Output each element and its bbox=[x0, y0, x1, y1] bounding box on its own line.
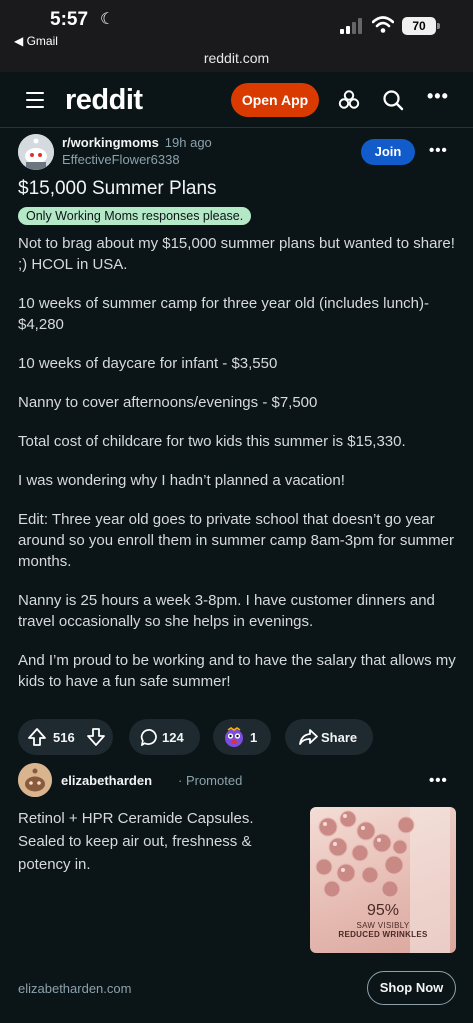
share-icon bbox=[299, 729, 318, 745]
award-button[interactable]: 1 bbox=[213, 719, 271, 755]
post-paragraph: Total cost of childcare for two kids thi… bbox=[18, 433, 406, 450]
share-label: Share bbox=[321, 730, 358, 745]
status-bar: 5:57 ☾ ◀ Gmail 70 bbox=[0, 0, 473, 50]
post-more-icon[interactable]: ••• bbox=[429, 142, 448, 159]
ad-image-percent: 95% bbox=[366, 902, 400, 919]
post-paragraph: Edit: Three year old goes to private sch… bbox=[18, 511, 454, 570]
post-paragraph: 10 weeks of daycare for infant - $3,550 bbox=[18, 355, 278, 372]
focus-moon-icon: ☾ bbox=[100, 11, 115, 28]
post-paragraph: Nanny to cover afternoons/evenings - $7,… bbox=[18, 394, 318, 411]
post-body: Not to brag about my $15,000 summer plan… bbox=[18, 233, 458, 710]
wifi-icon bbox=[372, 16, 394, 33]
award-count: 1 bbox=[250, 730, 258, 745]
shop-now-button[interactable]: Shop Now bbox=[367, 971, 456, 1005]
cell-signal-icon bbox=[340, 18, 362, 34]
post-paragraph: 10 weeks of summer camp for three year o… bbox=[18, 295, 430, 333]
downvote-icon[interactable] bbox=[86, 727, 106, 747]
vote-count: 516 bbox=[53, 730, 75, 745]
comment-count: 124 bbox=[162, 730, 184, 745]
post-author[interactable]: EffectiveFlower6338 bbox=[62, 152, 180, 167]
ad-more-icon[interactable]: ••• bbox=[429, 772, 448, 789]
open-app-button[interactable]: Open App bbox=[231, 83, 319, 117]
back-to-app-link[interactable]: ◀ Gmail bbox=[14, 34, 58, 48]
ad-product-image[interactable]: 95% SAW VISIBLY REDUCED WRINKLES bbox=[310, 807, 456, 953]
battery-icon: 70 bbox=[402, 17, 440, 35]
communities-icon[interactable] bbox=[337, 88, 361, 112]
menu-icon[interactable] bbox=[26, 92, 44, 108]
advertiser-name[interactable]: elizabetharden bbox=[61, 773, 152, 788]
post-flair[interactable]: Only Working Moms responses please. bbox=[18, 207, 252, 225]
reddit-logo[interactable]: reddit bbox=[65, 84, 143, 117]
post-title[interactable]: $15,000 Summer Plans bbox=[18, 178, 217, 200]
post-paragraph: I was wondering why I hadn’t planned a v… bbox=[18, 472, 345, 489]
post-paragraph: Not to brag about my $15,000 summer plan… bbox=[18, 235, 455, 273]
url-bar[interactable]: reddit.com bbox=[0, 50, 473, 72]
subreddit-name[interactable]: r/workingmoms bbox=[62, 135, 159, 150]
more-options-icon[interactable]: ••• bbox=[427, 86, 449, 107]
comments-button[interactable]: 124 bbox=[129, 719, 200, 755]
status-time: 5:57 bbox=[50, 9, 89, 30]
post-paragraph: Nanny is 25 hours a week 3-8pm. I have c… bbox=[18, 592, 435, 630]
post-age: 19h ago bbox=[164, 135, 212, 150]
advertiser-avatar[interactable] bbox=[18, 763, 52, 797]
ad-image-line2: REDUCED WRINKLES bbox=[338, 930, 428, 939]
post-paragraph: And I’m proud to be working and to have … bbox=[18, 652, 456, 690]
ad-text[interactable]: Retinol + HPR Ceramide Capsules. Sealed … bbox=[18, 807, 298, 876]
post-meta: r/workingmoms 19h ago bbox=[62, 135, 212, 150]
search-icon[interactable] bbox=[381, 88, 405, 112]
promoted-label: · Promoted bbox=[178, 773, 243, 788]
comment-icon bbox=[140, 729, 157, 746]
share-button[interactable]: Share bbox=[285, 719, 373, 755]
award-icon bbox=[225, 727, 243, 747]
subreddit-avatar[interactable] bbox=[18, 134, 54, 170]
ad-domain[interactable]: elizabetharden.com bbox=[18, 981, 131, 996]
upvote-icon[interactable] bbox=[27, 727, 47, 747]
ad-image-line1: SAW VISIBLY bbox=[356, 921, 410, 930]
reddit-header: reddit Open App ••• bbox=[0, 72, 473, 128]
join-button[interactable]: Join bbox=[361, 139, 415, 165]
vote-pill: 516 bbox=[18, 719, 113, 755]
